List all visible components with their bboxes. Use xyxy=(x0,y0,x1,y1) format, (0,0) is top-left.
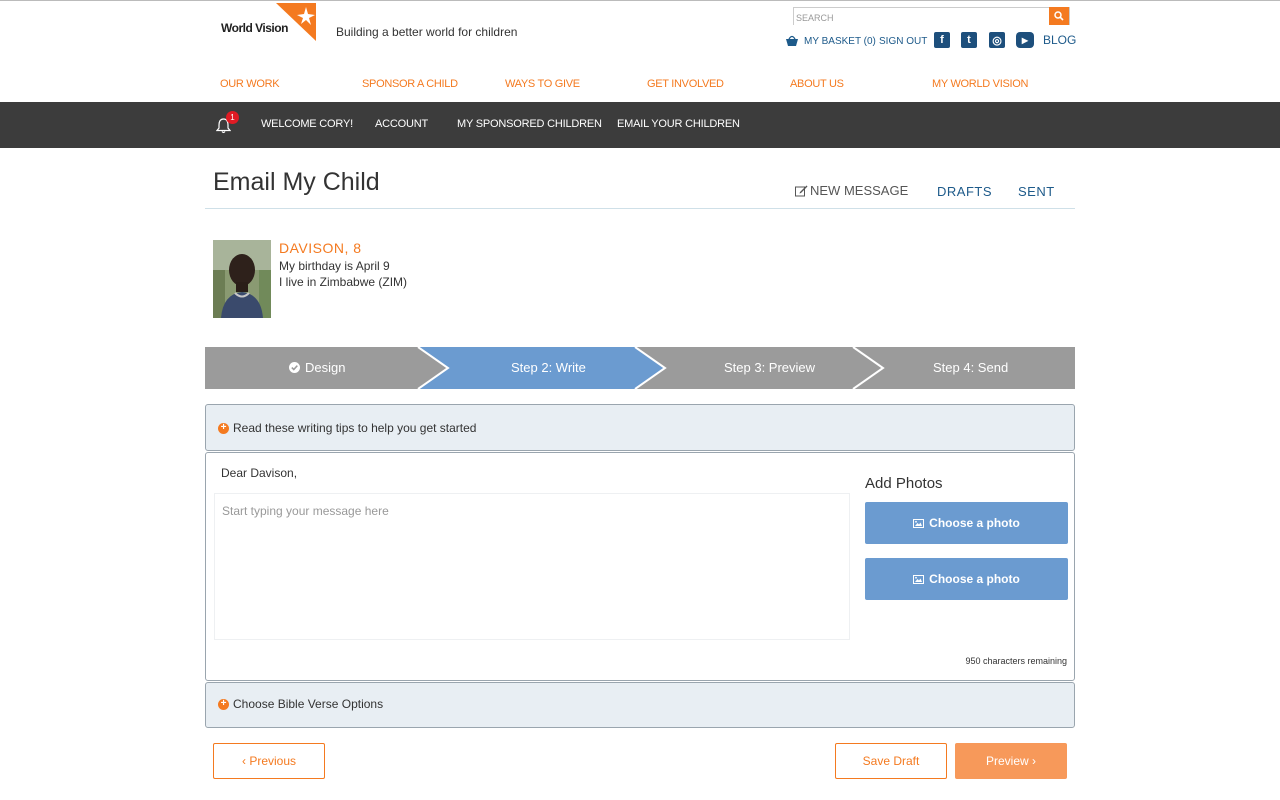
tab-drafts[interactable]: DRAFTS xyxy=(937,184,992,199)
top-border xyxy=(0,0,1280,1)
step-preview[interactable]: Step 3: Preview xyxy=(724,360,815,375)
greeting: Dear Davison, xyxy=(221,466,298,480)
title-divider xyxy=(205,208,1075,209)
my-sponsored-children-link[interactable]: MY SPONSORED CHILDREN xyxy=(457,118,602,130)
check-circle-icon xyxy=(289,362,300,373)
basket-link[interactable]: MY BASKET (0) xyxy=(785,32,876,50)
plus-circle-icon: + xyxy=(218,698,229,710)
child-photo xyxy=(213,240,271,318)
compose-panel: Dear Davison, Add Photos Choose a photo … xyxy=(205,452,1075,681)
twitter-icon[interactable]: t xyxy=(961,32,977,48)
step-send-label: Step 4: Send xyxy=(933,360,1009,375)
child-name: DAVISON, 8 xyxy=(279,240,362,256)
step-write[interactable]: Step 2: Write xyxy=(511,360,586,375)
choose-photo-button-2[interactable]: Choose a photo xyxy=(865,558,1068,600)
basket-label: MY BASKET (0) xyxy=(804,35,876,47)
notification-badge: 1 xyxy=(226,111,239,124)
account-link[interactable]: ACCOUNT xyxy=(375,118,428,130)
child-birthday: My birthday is April 9 xyxy=(279,259,390,273)
bible-verse-toggle[interactable]: + Choose Bible Verse Options xyxy=(218,697,383,711)
step-progress: Design Step 2: Write Step 3: Preview Ste… xyxy=(205,347,1075,389)
writing-tips-label: Read these writing tips to help you get … xyxy=(233,421,477,435)
nav-about-us[interactable]: ABOUT US xyxy=(790,78,844,90)
bible-verse-label: Choose Bible Verse Options xyxy=(233,697,384,711)
world-vision-logo[interactable]: World Vision xyxy=(221,3,321,43)
facebook-icon[interactable]: f xyxy=(934,32,950,48)
tagline: Building a better world for children xyxy=(336,25,518,39)
save-draft-button[interactable]: Save Draft xyxy=(835,743,947,779)
search-box xyxy=(793,7,1070,26)
bible-verse-panel[interactable]: + Choose Bible Verse Options xyxy=(205,682,1075,728)
writing-tips-toggle[interactable]: + Read these writing tips to help you ge… xyxy=(218,421,476,435)
blog-link[interactable]: BLOG xyxy=(1043,33,1076,47)
sign-out-link[interactable]: SIGN OUT xyxy=(879,32,927,50)
tab-new-message-label: NEW MESSAGE xyxy=(810,183,909,198)
choose-photo-label-1: Choose a photo xyxy=(929,516,1020,530)
nav-my-world-vision[interactable]: MY WORLD VISION xyxy=(932,78,1028,90)
child-location: I live in Zimbabwe (ZIM) xyxy=(279,275,408,289)
tab-sent[interactable]: SENT xyxy=(1018,184,1055,199)
message-textarea[interactable] xyxy=(214,493,850,640)
image-icon xyxy=(913,518,925,528)
logo-star-icon xyxy=(276,3,316,41)
edit-icon xyxy=(795,185,808,196)
welcome-link[interactable]: WELCOME CORY! xyxy=(261,118,353,130)
characters-remaining: 950 characters remaining xyxy=(965,656,1067,666)
image-icon xyxy=(913,574,925,584)
email-your-children-link[interactable]: EMAIL YOUR CHILDREN xyxy=(617,118,740,130)
choose-photo-button-1[interactable]: Choose a photo xyxy=(865,502,1068,544)
page-title: Email My Child xyxy=(213,168,380,196)
previous-button[interactable]: ‹ Previous xyxy=(213,743,325,779)
step-design-label: Design xyxy=(305,360,346,375)
tab-new-message[interactable]: NEW MESSAGE xyxy=(795,183,908,198)
step-write-label: Step 2: Write xyxy=(511,360,586,375)
search-input[interactable] xyxy=(794,10,1050,26)
search-button[interactable] xyxy=(1049,7,1069,25)
nav-our-work[interactable]: OUR WORK xyxy=(220,78,280,90)
nav-sponsor-a-child[interactable]: SPONSOR A CHILD xyxy=(362,78,458,90)
writing-tips-panel[interactable]: + Read these writing tips to help you ge… xyxy=(205,404,1075,451)
add-photos-title: Add Photos xyxy=(865,475,943,492)
basket-icon xyxy=(786,35,798,46)
step-design[interactable]: Design xyxy=(289,360,345,375)
choose-photo-label-2: Choose a photo xyxy=(929,572,1020,586)
plus-circle-icon: + xyxy=(218,422,229,434)
nav-get-involved[interactable]: GET INVOLVED xyxy=(647,78,724,90)
step-preview-label: Step 3: Preview xyxy=(724,360,816,375)
instagram-icon[interactable]: ◎ xyxy=(989,32,1005,48)
search-icon xyxy=(1054,11,1064,21)
step-send[interactable]: Step 4: Send xyxy=(933,360,1008,375)
preview-button[interactable]: Preview › xyxy=(955,743,1067,779)
youtube-icon[interactable]: ▶ xyxy=(1016,32,1034,48)
nav-ways-to-give[interactable]: WAYS TO GIVE xyxy=(505,78,580,90)
